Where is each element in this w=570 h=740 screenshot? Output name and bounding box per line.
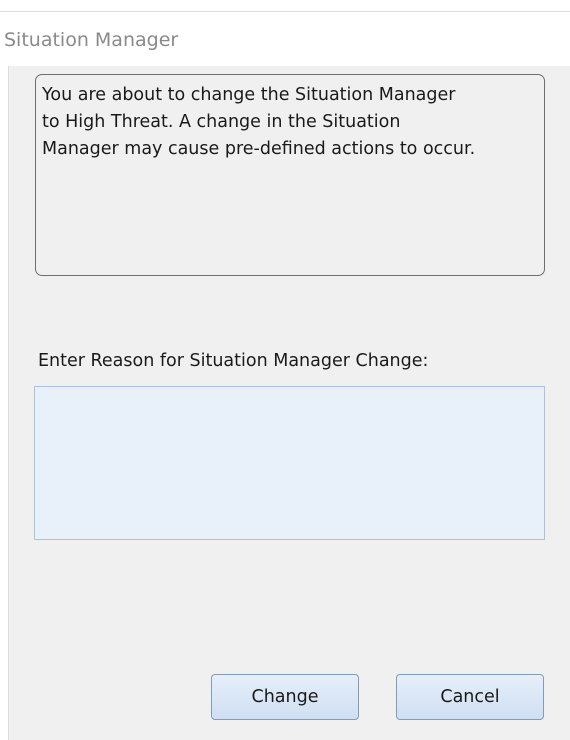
title-bar[interactable]: Situation Manager <box>0 13 570 66</box>
cancel-button[interactable]: Cancel <box>396 674 544 720</box>
situation-manager-dialog: Situation Manager You are about to chang… <box>0 0 570 740</box>
reason-input[interactable] <box>34 386 545 540</box>
warning-message-line: You are about to change the Situation Ma… <box>42 85 456 105</box>
dialog-client-area: You are about to change the Situation Ma… <box>9 66 570 740</box>
warning-message-text: You are about to change the Situation Ma… <box>42 82 542 163</box>
window-title: Situation Manager <box>4 29 179 51</box>
change-button[interactable]: Change <box>211 674 359 720</box>
warning-message-line: to High Threat. A change in the Situatio… <box>42 112 401 132</box>
reason-label: Enter Reason for Situation Manager Chang… <box>38 351 429 371</box>
warning-message-box: You are about to change the Situation Ma… <box>35 74 545 276</box>
window-left-edge <box>0 66 9 740</box>
warning-message-line: Manager may cause pre-defined actions to… <box>42 139 476 159</box>
window-top-border <box>0 0 570 12</box>
